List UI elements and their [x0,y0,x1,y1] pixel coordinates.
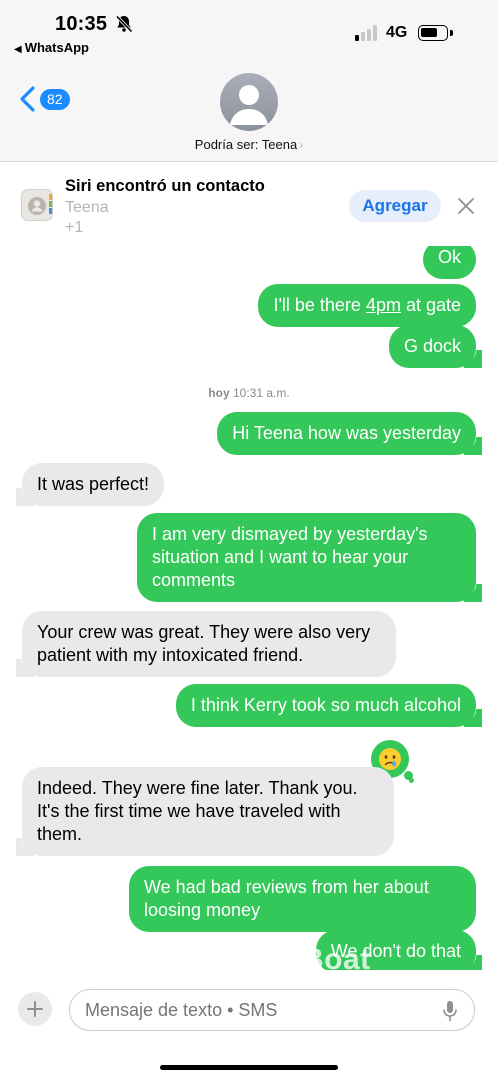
silent-bell-icon [115,15,133,33]
message-text: We had bad reviews from her about loosin… [144,877,429,920]
watermark-text: Boat [302,943,371,970]
incoming-message[interactable]: Indeed. They were fine later. Thank you.… [16,767,394,856]
battery-cap [450,30,453,36]
outgoing-message[interactable]: G dock [388,325,483,368]
message-text: G dock [403,336,461,356]
siri-suggestion-title: Siri encontró un contacto [65,177,265,195]
outgoing-message[interactable]: I think Kerry took so much alcohol [175,684,483,727]
back-to-app-link[interactable]: ◀ WhatsApp [14,40,89,55]
message-text: Ok [437,247,461,267]
plus-icon[interactable] [18,992,52,1026]
outgoing-message[interactable]: I am very dismayed by yesterday's situat… [137,513,482,602]
chevron-right-icon: › [299,138,304,152]
chevron-left-icon[interactable] [18,86,36,112]
person-silhouette-icon [230,85,268,125]
add-contact-button[interactable]: Agregar [349,190,441,222]
close-icon[interactable] [456,196,476,216]
conversation-header: 10:35 ◀ WhatsApp 4G 82 Podría ser: Teena › [0,0,498,162]
contacts-app-icon [21,189,53,221]
suggested-contact-name: Teena [65,199,109,216]
siri-contact-suggestion: Siri encontró un contacto Teena +1 Agreg… [0,162,498,246]
incoming-message[interactable]: Your crew was great. They were also very… [16,611,396,677]
message-text: Your crew was great. They were also very… [37,622,371,665]
message-text: I think Kerry took so much alcohol [190,695,461,715]
message-text: I am very dismayed by yesterday's situat… [152,524,428,590]
compose-bar [0,970,498,1080]
cellular-signal-icon [355,25,379,41]
battery-icon [418,25,448,41]
suggested-contact-phone: +1 [65,219,84,236]
microphone-icon[interactable] [442,1000,458,1022]
message-text: at gate [400,295,461,315]
message-thread[interactable]: Ok I'll be there 4pm at gate G dock hoy … [0,246,498,970]
message-timestamp: hoy 10:31 a.m. [0,386,498,400]
unread-count-badge[interactable]: 82 [40,89,70,110]
contact-avatar[interactable] [220,73,278,131]
contact-name-button[interactable]: Podría ser: Teena › [0,137,498,152]
crying-face-emoji-icon [379,748,401,770]
message-input[interactable] [69,989,475,1031]
outgoing-message[interactable]: Hi Teena how was yesterday [217,412,482,455]
outgoing-message[interactable]: I'll be there 4pm at gate [258,284,476,327]
network-type: 4G [386,24,408,41]
outgoing-message[interactable]: Ok [422,246,476,279]
back-app-label: WhatsApp [24,40,89,55]
message-text: Indeed. They were fine later. Thank you.… [37,778,358,844]
message-text: I'll be there [273,295,366,315]
timestamp-day: hoy [208,386,230,400]
home-indicator [160,1065,338,1070]
message-text: Hi Teena how was yesterday [232,423,461,443]
outgoing-message[interactable]: We had bad reviews from her about loosin… [129,866,476,932]
incoming-message[interactable]: It was perfect! [15,463,165,506]
contact-name-label: Podría ser: Teena [194,137,298,152]
timestamp-time: 10:31 a.m. [232,386,290,400]
time-link[interactable]: 4pm [366,295,401,315]
status-time: 10:35 [55,13,108,35]
message-text: It was perfect! [37,474,150,494]
